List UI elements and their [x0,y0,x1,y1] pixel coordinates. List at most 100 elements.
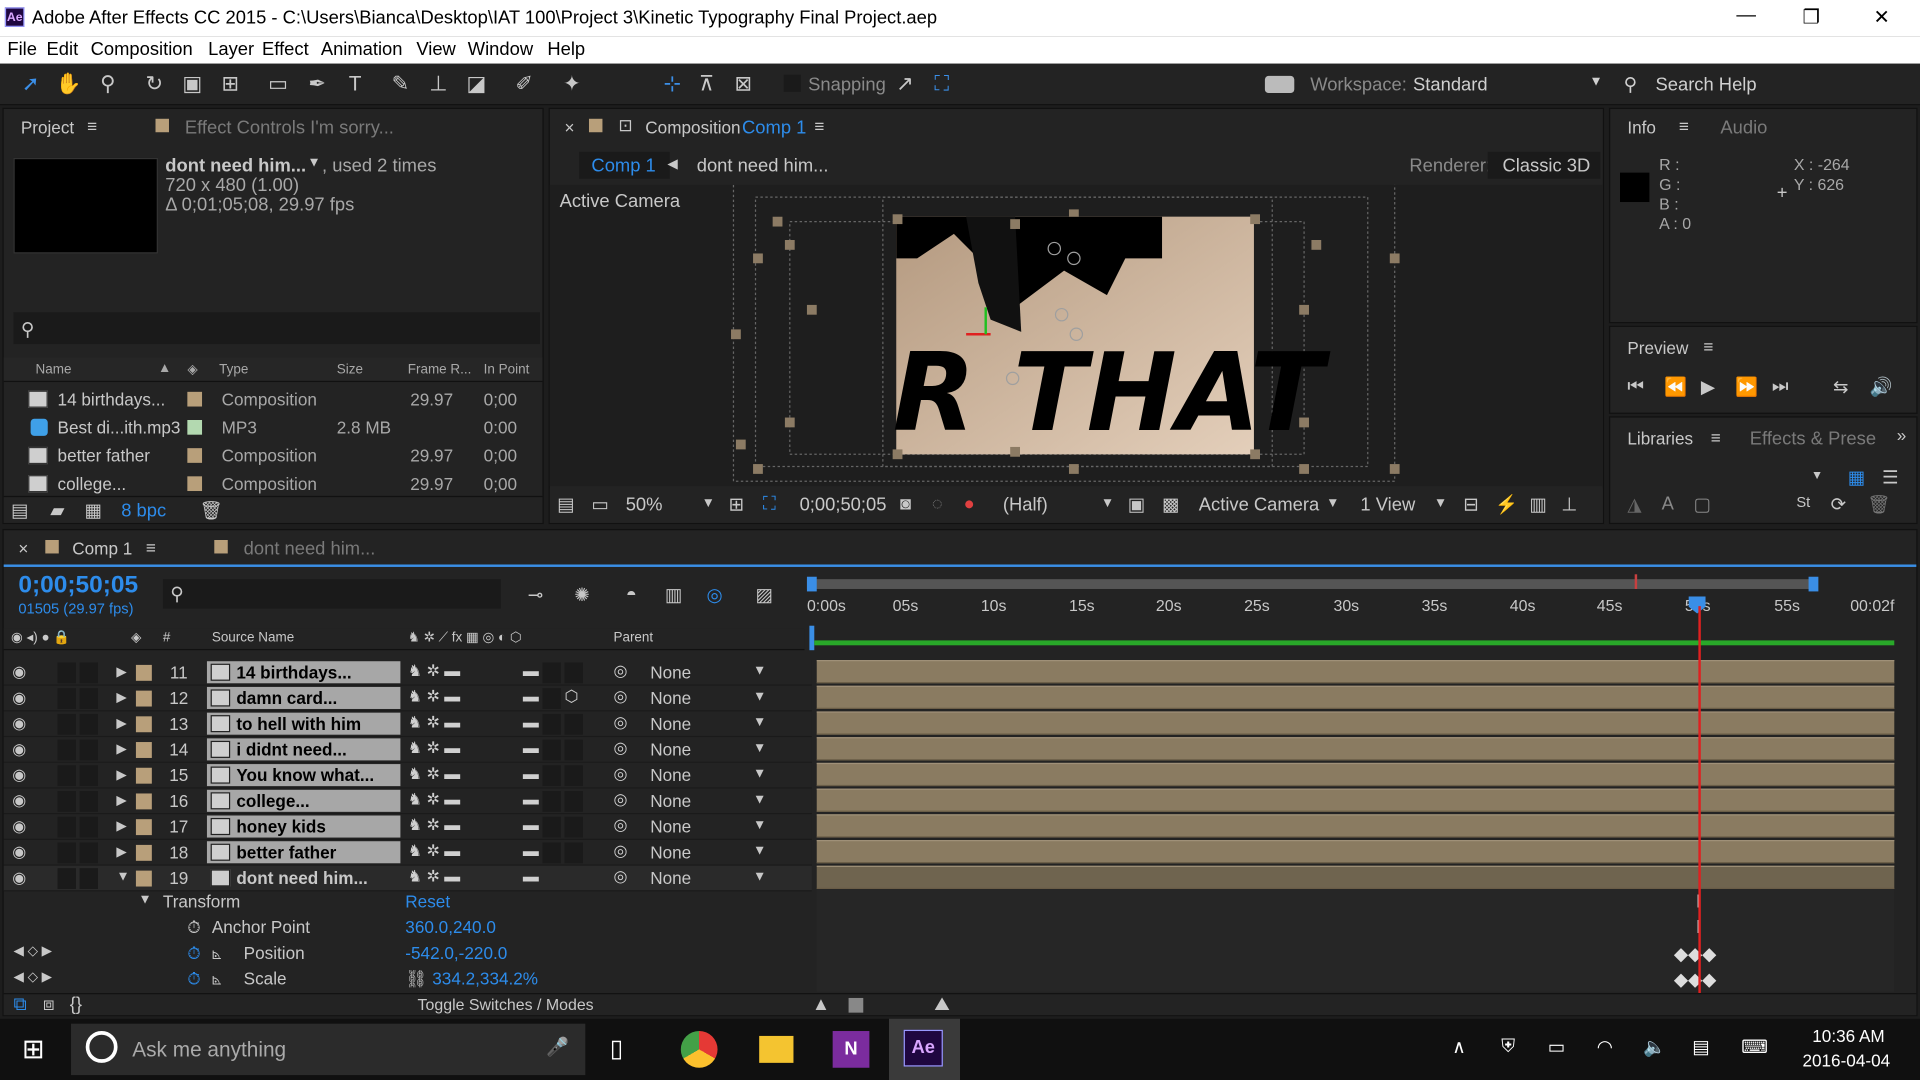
lock-box[interactable] [79,688,98,709]
layer-label-swatch[interactable] [135,870,152,887]
eraser-tool-icon[interactable]: ◪ [463,71,490,98]
brush-tool-icon[interactable]: ✎ [387,71,414,98]
toggle-switches-modes-button[interactable]: Toggle Switches / Modes [418,996,594,1014]
project-search-input[interactable] [13,312,541,345]
solo-box[interactable] [57,791,76,812]
panel-menu-icon[interactable]: ≡ [814,116,824,136]
close-tab-icon[interactable]: × [18,539,28,559]
playhead-line[interactable] [1698,606,1701,996]
parent-chevron-down-icon[interactable]: ▼ [753,664,766,679]
column-source-name[interactable]: Source Name [212,631,294,646]
quality-switch[interactable]: ▬ [523,764,539,782]
switches-icons[interactable]: ♞ ✲ ⟋ fx ▦ ◎ ◐ ⬡ [408,629,522,646]
parent-dropdown[interactable]: None [650,868,691,888]
workspace-dropdown[interactable]: Standard [1413,75,1488,96]
file-explorer-icon[interactable] [759,1035,794,1063]
expand-arrow-icon[interactable]: ▶ [116,664,126,680]
pick-whip-icon[interactable]: ◎ [613,687,627,707]
pick-whip-icon[interactable]: ◎ [613,816,627,836]
expand-arrow-icon[interactable]: ▶ [116,818,126,834]
clone-stamp-tool-icon[interactable]: ⊥ [425,71,452,98]
workspace-chevron-down-icon[interactable]: ▼ [1589,75,1602,90]
zoom-in-icon[interactable]: ⛰ [934,994,949,1015]
av-features-icon[interactable]: ◉ ◂) ● 🔒 [11,629,70,646]
work-area-end[interactable] [1808,576,1819,592]
pan-behind-tool-icon[interactable]: ⊞ [217,71,244,98]
lock-box[interactable] [79,739,98,761]
layer-switches[interactable]: ♞ ✲ ▬ [408,687,460,707]
column-name[interactable]: Name [36,362,72,377]
switch-box[interactable] [542,791,561,812]
layer-label-swatch[interactable] [135,690,152,707]
layer-label-swatch[interactable] [135,819,152,836]
current-time[interactable]: 0;00;50;05 [800,495,887,516]
channel-icon[interactable]: ● [964,493,975,514]
layer-switches[interactable]: ♞ ✲ ▬ [408,867,460,887]
interpret-footage-icon[interactable]: ▤ [11,500,28,522]
panel-menu-icon[interactable]: ≡ [1679,116,1689,136]
pick-whip-icon[interactable]: ◎ [613,661,627,681]
layer-switches[interactable]: ♞ ✲ ▬ [408,841,460,861]
zoom-dropdown[interactable]: 50% [626,495,663,516]
new-composition-icon[interactable]: ▦ [84,500,101,522]
list-item[interactable]: 14 birthdays... Composition 29.97 0;00 [4,387,543,413]
layer-switches[interactable]: ♞ ✲ ▬ [408,816,460,836]
scale-value[interactable]: 334.2,334.2% [432,969,538,989]
next-frame-icon[interactable]: ⏩ [1735,376,1758,398]
work-area-bar[interactable] [806,579,1816,589]
parent-dropdown[interactable]: None [650,817,691,837]
keyframe-navigator-icon[interactable]: ◀ ◇ ▶ [13,943,52,959]
chrome-icon[interactable] [680,1031,718,1068]
zoom-slider[interactable] [848,997,864,1013]
eye-icon[interactable]: ◉ [12,714,26,734]
parent-dropdown[interactable]: None [650,688,691,708]
expand-arrow-icon[interactable]: ▶ [116,767,126,783]
local-axis-mode-icon[interactable]: ⊹ [659,71,686,98]
table-row[interactable]: ◉ ▶ 14 i didnt need... ♞ ✲ ▬ ▬ ◎ None ▼ [3,737,812,763]
layer-duration-bar-selected[interactable] [816,865,1895,889]
frame-blending-icon[interactable]: ▥ [665,584,682,606]
menu-edit[interactable]: Edit [47,39,79,60]
table-row[interactable]: ◉ ▶ 16 college... ♞ ✲ ▬ ▬ ◎ None ▼ [3,788,812,815]
time-ruler[interactable]: 0:00s 05s 10s 15s 20s 25s 30s 35s 40s 45… [806,574,1894,647]
pen-tool-icon[interactable]: ✒ [304,71,331,98]
motion-blur-icon[interactable]: ◎ [707,584,723,606]
switch-box[interactable] [542,713,561,735]
snap-feather-icon[interactable]: ⛶ [928,71,955,98]
item-chevron-down-icon[interactable]: ▼ [307,156,320,171]
solo-box[interactable] [57,713,76,735]
close-icon[interactable]: ✕ [1873,5,1889,29]
resolution-dropdown[interactable]: (Half) [1003,495,1048,516]
collapse-arrow-icon[interactable]: ▼ [116,869,129,884]
lock-box[interactable] [79,868,98,889]
quality-switch[interactable]: ▬ [523,713,539,731]
table-row[interactable]: ◉ ▶ 13 to hell with him ♞ ✲ ▬ ▬ ◎ None ▼ [3,711,812,738]
list-view-icon[interactable]: ☰ [1882,467,1898,489]
parent-chevron-down-icon[interactable]: ▼ [753,689,766,704]
resolution-chevron-down-icon[interactable]: ▼ [1101,496,1114,511]
expand-arrow-icon[interactable]: ▶ [116,689,126,706]
panel-menu-icon[interactable]: ≡ [87,116,97,136]
previous-frame-icon[interactable]: ⏪ [1664,376,1687,398]
eye-icon[interactable]: ◉ [12,868,26,888]
close-tab-icon[interactable]: × [564,118,574,138]
position-value[interactable]: -542.0,-220.0 [405,943,507,963]
eye-icon[interactable]: ◉ [12,662,26,682]
in-out-toggle-icon[interactable]: {} [70,994,82,1015]
menu-help[interactable]: Help [547,39,585,60]
task-view-icon[interactable]: ▯ [610,1033,623,1064]
rotation-tool-icon[interactable]: ↻ [141,71,168,98]
pick-whip-icon[interactable]: ◎ [613,841,627,861]
parent-dropdown[interactable]: None [650,791,691,811]
layer-switches[interactable]: ♞ ✲ ▬ [408,661,460,681]
switch-box[interactable] [542,739,561,761]
parent-chevron-down-icon[interactable]: ▼ [753,767,766,782]
graph-editor-icon[interactable]: ▨ [756,584,773,606]
expand-arrow-icon[interactable]: ▶ [116,844,126,860]
switch-box[interactable] [542,816,561,838]
trash-icon[interactable]: 🗑 [200,500,223,522]
eye-icon[interactable]: ◉ [12,765,26,785]
layer-switches[interactable]: ♞ ✲ ▬ [408,790,460,810]
after-effects-taskbar-button[interactable]: Ae [888,1018,961,1080]
composition-viewer[interactable]: Active Camera R THAT [549,184,1603,487]
